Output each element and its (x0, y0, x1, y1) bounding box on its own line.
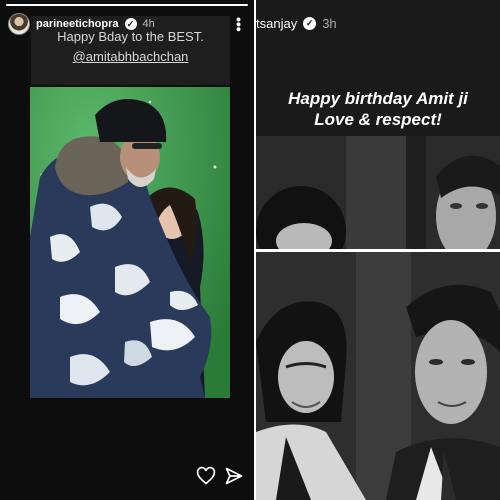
story-time-right: 3h (322, 15, 337, 31)
bw-photo-bottom-illustration (256, 252, 500, 500)
story-right: tsanjay ✓ 3h Happy birthday Amit ji Love… (256, 0, 500, 500)
story-photo (30, 87, 230, 398)
more-icon[interactable]: ••• (231, 17, 247, 32)
mention-link[interactable]: @amitabhbachchan (31, 49, 230, 64)
bw-photo-top (256, 136, 500, 249)
verified-icon-right: ✓ (303, 16, 317, 30)
story-time: 4h (142, 18, 155, 30)
photo-hug-illustration (30, 87, 230, 398)
send-icon[interactable] (224, 466, 244, 486)
story-progress-fill (6, 4, 248, 6)
story-header: parineetichopra ✓ 4h ••• (8, 12, 247, 36)
avatar[interactable] (8, 13, 30, 35)
verified-icon: ✓ (124, 18, 137, 30)
bw-photo-bottom (256, 252, 500, 500)
birthday-line2: Love & respect! (314, 110, 442, 129)
username-right[interactable]: tsanjay (256, 16, 297, 31)
story-footer (0, 454, 254, 500)
story-left: Happy Bday to the BEST. @amitabhbachchan… (0, 0, 254, 500)
story-header-right: tsanjay ✓ 3h (256, 10, 500, 36)
birthday-message: Happy birthday Amit ji Love & respect! (256, 88, 500, 130)
story-progress-bar (6, 4, 248, 6)
bw-photo-top-illustration (256, 136, 500, 249)
username[interactable]: parineetichopra (36, 18, 119, 30)
birthday-line1: Happy birthday Amit ji (288, 89, 468, 108)
heart-icon[interactable] (196, 466, 216, 486)
